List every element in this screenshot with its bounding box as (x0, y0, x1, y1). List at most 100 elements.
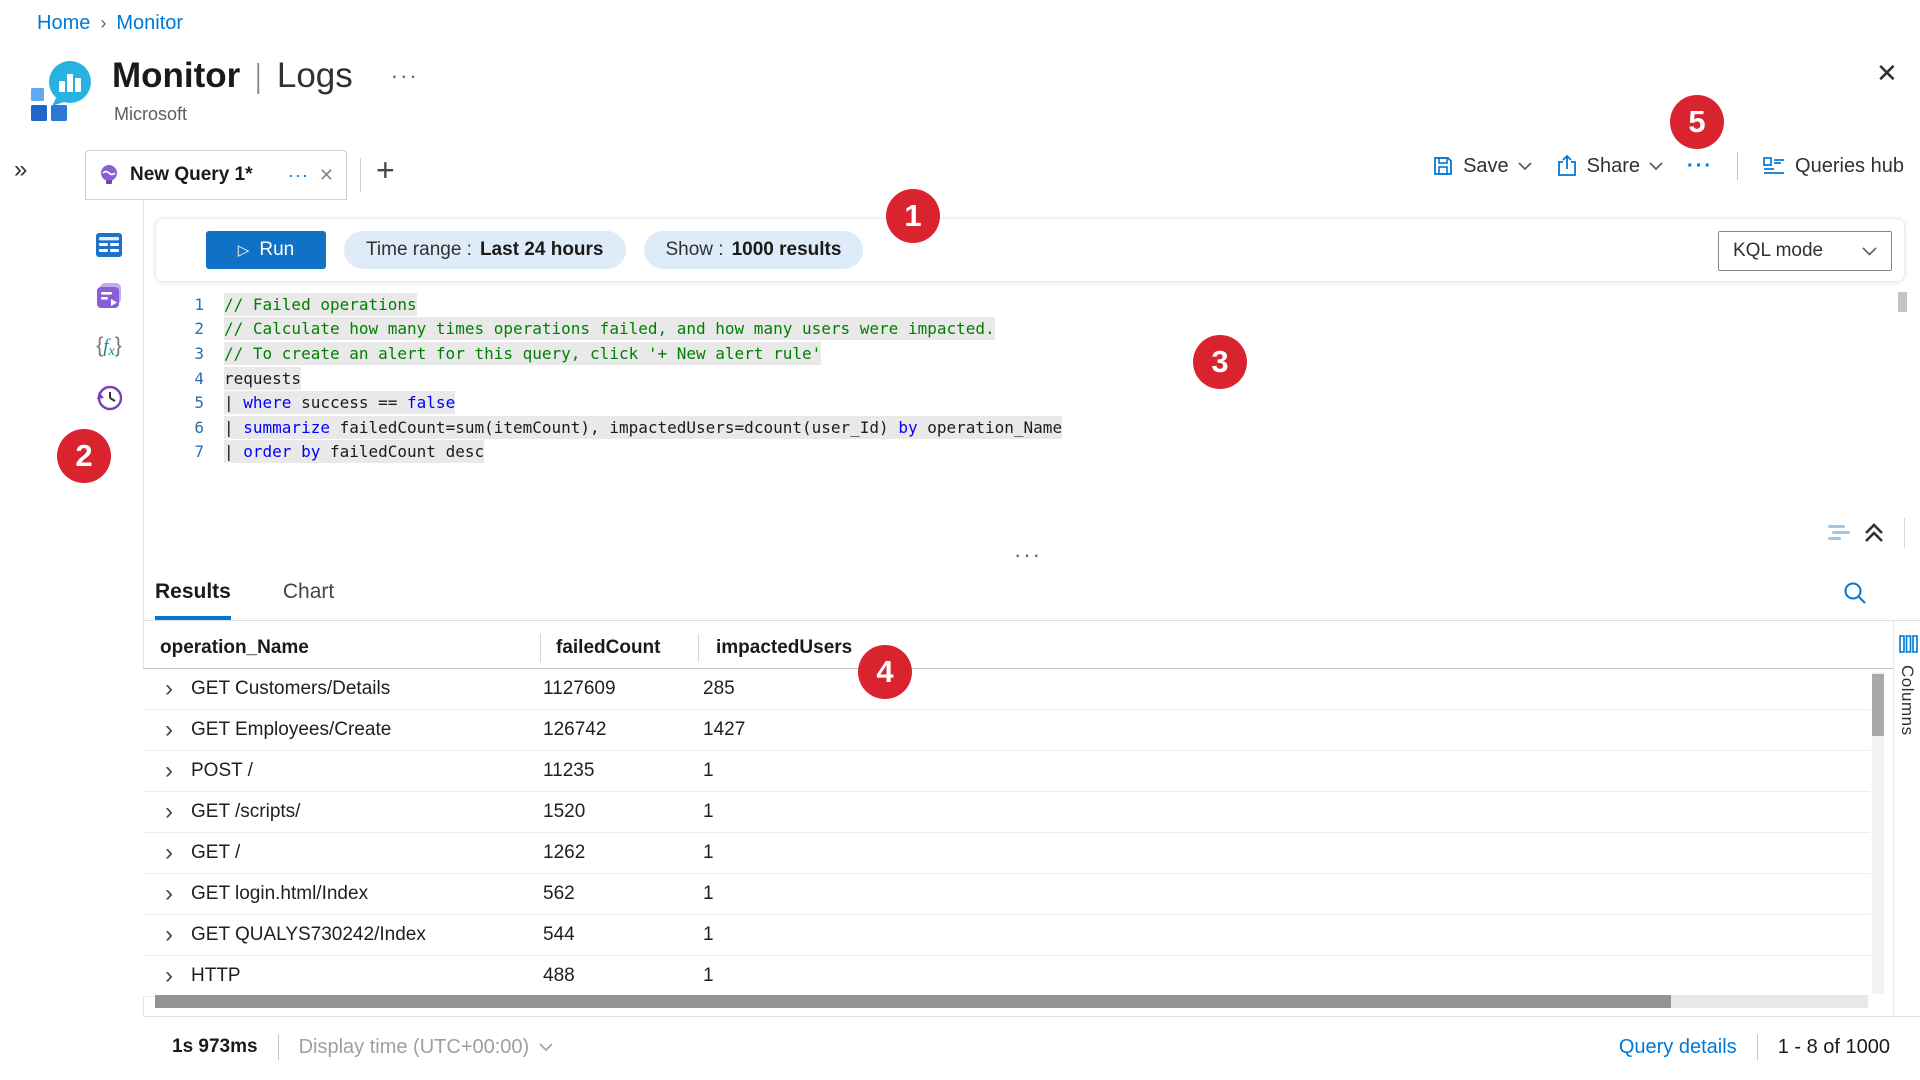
horizontal-scrollbar-thumb[interactable] (155, 995, 1671, 1008)
cell-failed-count: 544 (543, 924, 703, 946)
display-time-label: Display time (UTC+00:00) (299, 1036, 530, 1059)
table-row[interactable]: › HTTP 488 1 (143, 956, 1870, 997)
line-number: 2 (172, 319, 204, 338)
tab-chart[interactable]: Chart (283, 580, 334, 620)
query-editor[interactable]: 1 // Failed operations 2 // Calculate ho… (172, 292, 1062, 464)
expand-panel-icon[interactable]: » (14, 156, 27, 184)
kql-mode-dropdown[interactable]: KQL mode (1718, 231, 1892, 271)
editor-corner-divider (1904, 518, 1905, 548)
tab-new-query-1[interactable]: New Query 1* ··· ✕ (85, 150, 347, 200)
callout-5: 5 (1670, 95, 1724, 149)
column-divider[interactable] (540, 634, 541, 662)
column-header-operation-name[interactable]: operation_Name (160, 637, 309, 659)
code-line[interactable]: 5 | where success == false (172, 390, 1062, 415)
cell-failed-count: 1127609 (543, 678, 703, 700)
code-text: | order by failedCount desc (224, 442, 484, 461)
tab-close-icon[interactable]: ✕ (319, 165, 334, 186)
cell-operation-name: HTTP (191, 965, 543, 987)
cell-operation-name: GET /scripts/ (191, 801, 543, 823)
row-expand-icon[interactable]: › (165, 882, 191, 906)
page-more-menu[interactable]: ··· (391, 63, 419, 89)
table-row[interactable]: › GET /scripts/ 1520 1 (143, 792, 1870, 833)
example-queries-icon[interactable] (94, 281, 124, 311)
code-line[interactable]: 6 | summarize failedCount=sum(itemCount)… (172, 415, 1062, 440)
search-icon[interactable] (1842, 580, 1868, 606)
columns-panel: Columns (1893, 621, 1920, 1016)
cell-impacted-users: 1 (703, 965, 1870, 987)
cell-impacted-users: 1 (703, 760, 1870, 782)
row-expand-icon[interactable]: › (165, 841, 191, 865)
tab-more-icon[interactable]: ··· (288, 165, 309, 186)
row-expand-icon[interactable]: › (165, 964, 191, 988)
breadcrumb-home-link[interactable]: Home (37, 12, 90, 35)
row-expand-icon[interactable]: › (165, 718, 191, 742)
row-expand-icon[interactable]: › (165, 800, 191, 824)
code-text: | where success == false (224, 393, 455, 412)
cell-impacted-users: 1 (703, 801, 1870, 823)
column-header-impacted-users[interactable]: impactedUsers (716, 637, 852, 659)
display-time-dropdown[interactable]: Display time (UTC+00:00) (299, 1036, 554, 1059)
table-row[interactable]: › GET / 1262 1 (143, 833, 1870, 874)
row-expand-icon[interactable]: › (165, 759, 191, 783)
code-text: | summarize failedCount=sum(itemCount), … (224, 418, 1062, 437)
code-line[interactable]: 2 // Calculate how many times operations… (172, 317, 1062, 342)
query-duration: 1s 973ms (172, 1036, 258, 1058)
table-row[interactable]: › POST / 11235 1 (143, 751, 1870, 792)
vertical-scrollbar[interactable] (1872, 672, 1884, 994)
format-query-icon[interactable] (1826, 522, 1852, 544)
row-expand-icon[interactable]: › (165, 677, 191, 701)
queries-hub-icon (1762, 155, 1786, 177)
query-details-link[interactable]: Query details (1619, 1036, 1737, 1059)
code-line[interactable]: 4 requests (172, 366, 1062, 391)
table-body: › GET Customers/Details 1127609 285 › GE… (143, 669, 1870, 997)
cell-operation-name: POST / (191, 760, 543, 782)
run-button[interactable]: ▷ Run (206, 231, 326, 269)
statusbar-divider (1757, 1034, 1758, 1060)
line-number: 5 (172, 393, 204, 412)
tables-icon[interactable] (94, 230, 124, 260)
run-label: Run (259, 239, 294, 261)
tab-results[interactable]: Results (155, 580, 231, 620)
share-button[interactable]: Share (1556, 155, 1663, 178)
query-history-icon[interactable] (94, 383, 124, 413)
time-range-picker[interactable]: Time range : Last 24 hours (344, 231, 626, 269)
columns-panel-label[interactable]: Columns (1897, 665, 1917, 736)
column-divider[interactable] (698, 634, 699, 662)
breadcrumb-monitor-link[interactable]: Monitor (116, 12, 183, 35)
time-range-value: Last 24 hours (480, 239, 604, 261)
line-number: 3 (172, 344, 204, 363)
horizontal-scrollbar[interactable] (155, 995, 1868, 1008)
new-tab-button[interactable]: + (376, 152, 395, 189)
column-header-failed-count[interactable]: failedCount (556, 637, 661, 659)
table-row[interactable]: › GET Employees/Create 126742 1427 (143, 710, 1870, 751)
row-expand-icon[interactable]: › (165, 923, 191, 947)
cell-failed-count: 488 (543, 965, 703, 987)
close-icon[interactable]: ✕ (1876, 58, 1898, 89)
code-line[interactable]: 7 | order by failedCount desc (172, 440, 1062, 465)
code-text: // To create an alert for this query, cl… (224, 344, 821, 363)
table-row[interactable]: › GET login.html/Index 562 1 (143, 874, 1870, 915)
show-results-picker[interactable]: Show : 1000 results (644, 231, 864, 269)
table-row[interactable]: › GET QUALYS730242/Index 544 1 (143, 915, 1870, 956)
code-line[interactable]: 1 // Failed operations (172, 292, 1062, 317)
queries-hub-label: Queries hub (1795, 155, 1904, 178)
functions-icon[interactable]: {fx} (94, 332, 124, 362)
editor-scrollbar[interactable] (1898, 292, 1907, 312)
table-row[interactable]: › GET Customers/Details 1127609 285 (143, 669, 1870, 710)
more-commands-icon[interactable]: ··· (1687, 155, 1713, 178)
cell-operation-name: GET / (191, 842, 543, 864)
callout-3: 3 (1193, 335, 1247, 389)
code-line[interactable]: 3 // To create an alert for this query, … (172, 341, 1062, 366)
kql-mode-label: KQL mode (1733, 240, 1823, 262)
vertical-scrollbar-thumb[interactable] (1872, 674, 1884, 736)
collapse-editor-icon[interactable] (1862, 521, 1886, 545)
results-tabs-border (143, 620, 1920, 621)
columns-icon[interactable] (1899, 635, 1918, 653)
save-button[interactable]: Save (1432, 155, 1532, 178)
cell-failed-count: 11235 (543, 760, 703, 782)
chevron-down-icon (1862, 247, 1877, 256)
panel-resize-handle[interactable]: ··· (1014, 542, 1042, 568)
share-icon (1556, 155, 1578, 177)
save-icon (1432, 155, 1454, 177)
queries-hub-button[interactable]: Queries hub (1762, 155, 1904, 178)
